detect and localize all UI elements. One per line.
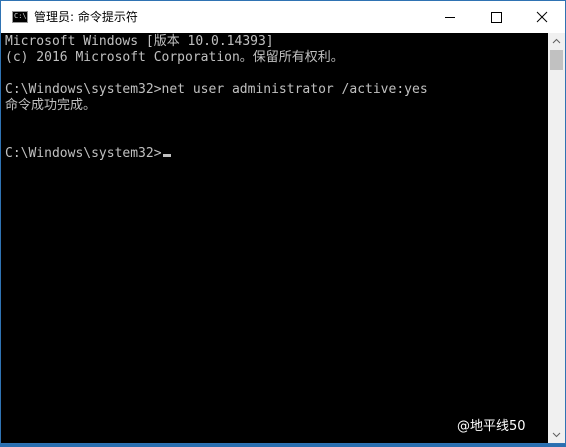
minimize-button[interactable]	[427, 1, 473, 33]
console-line: C:\Windows\system32>net user administrat…	[5, 82, 428, 97]
scroll-up-button[interactable]	[548, 33, 565, 50]
console-prompt-line[interactable]: C:\Windows\system32>	[5, 146, 171, 162]
title-bar[interactable]: C:\ 管理员: 命令提示符	[1, 1, 565, 33]
close-icon	[536, 11, 548, 23]
console-line: (c) 2016 Microsoft Corporation。保留所有权利。	[5, 50, 344, 65]
minimize-icon	[445, 17, 455, 18]
maximize-icon	[491, 12, 502, 23]
chevron-down-icon	[552, 432, 561, 438]
console-line: 命令成功完成。	[5, 98, 97, 113]
scroll-down-button[interactable]	[548, 426, 565, 443]
chevron-up-icon	[552, 38, 561, 44]
maximize-button[interactable]	[473, 1, 519, 33]
watermark: @地平线50	[457, 419, 526, 434]
vertical-scrollbar[interactable]	[548, 33, 565, 443]
window-title: 管理员: 命令提示符	[34, 10, 138, 24]
close-button[interactable]	[519, 1, 565, 33]
console-output[interactable]: Microsoft Windows [版本 10.0.14393] (c) 20…	[1, 33, 548, 443]
text-cursor	[162, 154, 171, 157]
cmd-window: C:\ 管理员: 命令提示符 Microsoft Windows [版本 10.…	[0, 0, 566, 444]
console-prompt: C:\Windows\system32>	[5, 146, 162, 161]
cmd-icon[interactable]: C:\	[12, 11, 28, 23]
console-line: Microsoft Windows [版本 10.0.14393]	[5, 34, 274, 49]
scroll-thumb[interactable]	[550, 50, 563, 70]
